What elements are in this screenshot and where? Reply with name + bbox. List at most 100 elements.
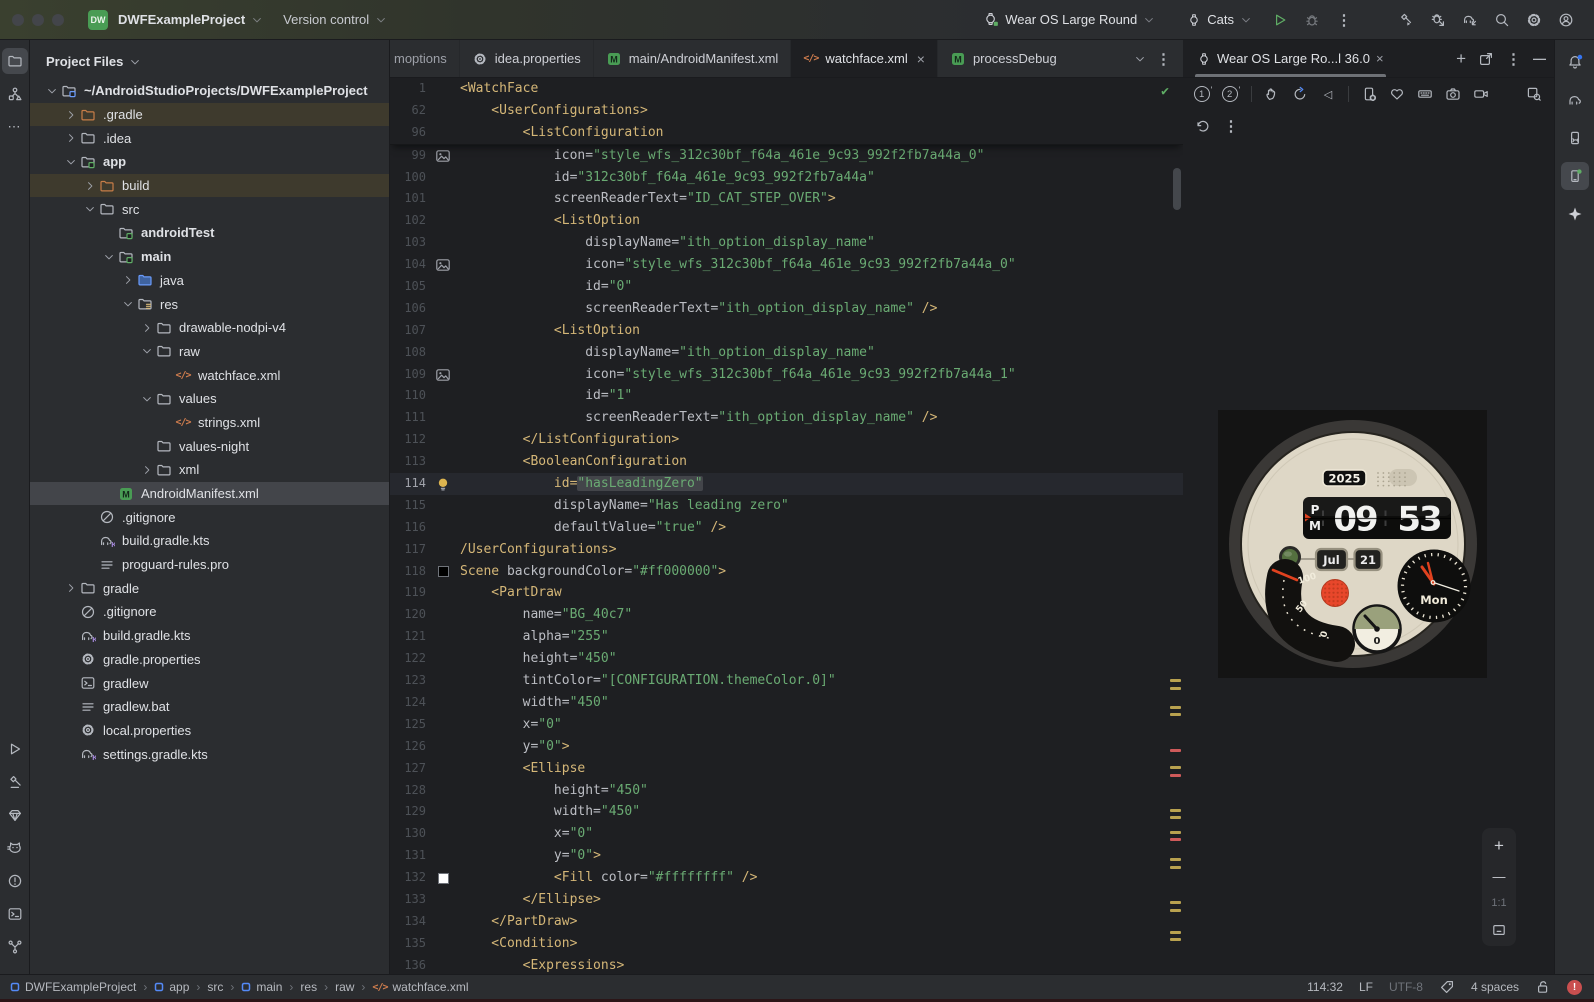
tool-stripe-notifications[interactable]	[1561, 48, 1589, 76]
tree-item-gradle-properties[interactable]: gradle.properties	[30, 648, 389, 672]
code-line-120[interactable]: 120 name="BG_40c7"	[390, 604, 1183, 626]
running-device-tab[interactable]: Wear OS Large Ro...l 36.0 ×	[1191, 40, 1390, 77]
breadcrumb-app[interactable]: app	[154, 980, 189, 994]
tool-stripe-gradle[interactable]	[1561, 86, 1589, 114]
line-ending[interactable]: LF	[1359, 980, 1373, 994]
chevron-down-icon[interactable]	[63, 156, 79, 168]
chevron-right-icon[interactable]	[139, 322, 155, 334]
code-line-109[interactable]: 109 icon="style_wfs_312c30bf_f64a_461e_9…	[390, 364, 1183, 386]
gradle-sync-icon[interactable]	[1456, 6, 1484, 34]
reset-view-button[interactable]	[1191, 114, 1215, 138]
code-line-124[interactable]: 124 width="450"	[390, 692, 1183, 714]
chevron-down-icon[interactable]	[82, 203, 98, 215]
code-line-122[interactable]: 122 height="450"	[390, 648, 1183, 670]
color-swatch-gutter-icon[interactable]	[437, 872, 449, 884]
tree-item--gitignore[interactable]: .gitignore	[30, 600, 389, 624]
minimize-window-button[interactable]	[32, 13, 44, 26]
zoom-out-button[interactable]: —	[1493, 869, 1506, 884]
image-preview-gutter-icon[interactable]	[435, 367, 451, 383]
code-line-112[interactable]: 112 </ListConfiguration>	[390, 429, 1183, 451]
device-screen[interactable]: 2025 P M 09 53 Jul 21 Mon 100 50 0 0	[1218, 410, 1487, 678]
chevron-right-icon[interactable]	[120, 274, 136, 286]
device-more-menu[interactable]: ⋮	[1219, 114, 1243, 138]
code-line-107[interactable]: 107 <ListOption	[390, 320, 1183, 342]
debug-button[interactable]	[1298, 6, 1326, 34]
profiler-icon[interactable]	[1424, 6, 1452, 34]
chevron-right-icon[interactable]	[63, 109, 79, 121]
hide-panel-icon[interactable]: —	[1533, 51, 1546, 66]
tree-item-androidtest[interactable]: androidTest	[30, 221, 389, 245]
editor-tab-moptions[interactable]: moptions	[390, 40, 460, 77]
code-line-121[interactable]: 121 alpha="255"	[390, 626, 1183, 648]
hardware-button-2-button[interactable]: 2 '	[1219, 82, 1243, 106]
tree-item-main[interactable]: main	[30, 245, 389, 269]
code-line-130[interactable]: 130 x="0"	[390, 823, 1183, 845]
error-stripe-mark[interactable]	[1170, 909, 1181, 912]
tree-item-java[interactable]: java	[30, 269, 389, 293]
tool-stripe-app-quality-insights[interactable]	[2, 802, 28, 828]
breadcrumb-dwfexampleproject[interactable]: DWFExampleProject	[10, 980, 136, 994]
tree-item--androidstudioprojects-dwfexampleproject[interactable]: ~/AndroidStudioProjects/DWFExampleProjec…	[30, 79, 389, 103]
chevron-right-icon[interactable]	[63, 582, 79, 594]
error-stripe-mark[interactable]	[1170, 858, 1181, 861]
chevron-down-icon[interactable]	[120, 298, 136, 310]
device-panel-options-menu[interactable]: ⋮	[1506, 50, 1521, 68]
chevron-down-icon[interactable]	[139, 393, 155, 405]
error-stripe-mark[interactable]	[1170, 931, 1181, 934]
device-selector[interactable]: Wear OS Large Round	[974, 6, 1165, 34]
code-line-100[interactable]: 100 id="312c30bf_f64a_461e_9c93_992f2fb7…	[390, 167, 1183, 189]
run-button[interactable]	[1266, 6, 1294, 34]
tool-stripe-project-folder[interactable]	[1, 48, 28, 74]
close-window-button[interactable]	[12, 13, 24, 26]
back-button[interactable]: ◁	[1316, 82, 1340, 106]
rotate-button[interactable]	[1288, 82, 1312, 106]
tool-stripe-running-devices[interactable]	[1560, 162, 1589, 190]
code-line-131[interactable]: 131 y="0">	[390, 845, 1183, 867]
editor-scrollbar[interactable]	[1173, 168, 1181, 210]
tree-item-gradlew-bat[interactable]: gradlew.bat	[30, 695, 389, 719]
open-in-window-icon[interactable]	[1478, 51, 1494, 67]
code-line-129[interactable]: 129 width="450"	[390, 801, 1183, 823]
tree-item-raw[interactable]: raw	[30, 340, 389, 364]
code-line-104[interactable]: 104 icon="style_wfs_312c30bf_f64a_461e_9…	[390, 254, 1183, 276]
tree-item-proguard-rules-pro[interactable]: proguard-rules.pro	[30, 553, 389, 577]
window-controls[interactable]	[12, 13, 64, 26]
indent-setting[interactable]: 4 spaces	[1471, 980, 1519, 994]
editor-tab-main-androidmanifest-xml[interactable]: Mmain/AndroidManifest.xml	[594, 40, 792, 77]
code-line-105[interactable]: 105 id="0"	[390, 276, 1183, 298]
tree-item-gradle[interactable]: gradle	[30, 576, 389, 600]
file-encoding[interactable]: UTF-8	[1389, 980, 1423, 994]
tree-item-values-night[interactable]: values-night	[30, 434, 389, 458]
error-stripe-mark[interactable]	[1170, 749, 1181, 752]
zoom-in-button[interactable]: +	[1494, 836, 1504, 856]
tree-item--gradle[interactable]: .gradle	[30, 102, 389, 127]
code-line-103[interactable]: 103 displayName="ith_option_display_name…	[390, 232, 1183, 254]
code-line-115[interactable]: 115 displayName="Has leading zero"	[390, 495, 1183, 517]
project-view-selector[interactable]: Project Files	[30, 40, 389, 79]
tab-options-menu[interactable]: ⋮	[1156, 50, 1171, 68]
tree-item--idea[interactable]: .idea	[30, 126, 389, 150]
tree-item-watchface-xml[interactable]: </> watchface.xml	[30, 363, 389, 387]
account-icon[interactable]	[1552, 6, 1580, 34]
health-services-button[interactable]	[1385, 82, 1409, 106]
error-stripe-mark[interactable]	[1170, 809, 1181, 812]
chevron-right-icon[interactable]	[82, 180, 98, 192]
tool-stripe-logcat[interactable]	[2, 835, 28, 861]
fit-to-screen-icon[interactable]	[1491, 922, 1507, 938]
caret-position[interactable]: 114:32	[1307, 980, 1343, 994]
tree-item-gradlew[interactable]: gradlew	[30, 671, 389, 695]
error-stripe-mark[interactable]	[1170, 866, 1181, 869]
search-everywhere-icon[interactable]	[1488, 6, 1516, 34]
snapshot-compare-button[interactable]	[1522, 82, 1546, 106]
tree-item-build[interactable]: build	[30, 173, 389, 198]
code-line-114[interactable]: 114 id="hasLeadingZero"	[390, 473, 1183, 495]
error-stripe-mark[interactable]	[1170, 831, 1181, 834]
code-line-96[interactable]: 96 <ListConfiguration	[390, 122, 1183, 144]
code-line-127[interactable]: 127 <Ellipse	[390, 758, 1183, 780]
code-line-106[interactable]: 106 screenReaderText="ith_option_display…	[390, 298, 1183, 320]
more-actions-menu[interactable]: ⋮	[1330, 6, 1358, 34]
tree-item-src[interactable]: src	[30, 197, 389, 221]
pan-button[interactable]	[1260, 82, 1284, 106]
add-device-tab-button[interactable]: +	[1456, 49, 1466, 69]
hardware-button-1-button[interactable]: 1 '	[1191, 82, 1215, 106]
